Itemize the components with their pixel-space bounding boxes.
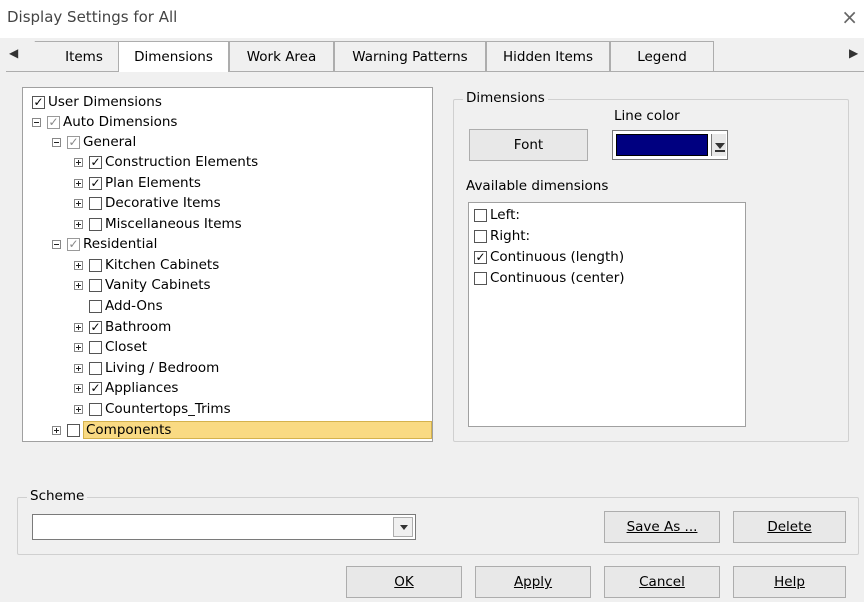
- tree-item-vanity-cabinets[interactable]: Vanity Cabinets: [74, 275, 211, 295]
- scheme-group-label: Scheme: [27, 488, 88, 504]
- tree-item-miscellaneous-items[interactable]: Miscellaneous Items: [74, 214, 242, 234]
- available-dimensions-label: Available dimensions: [466, 178, 609, 194]
- checkbox-checked-icon[interactable]: ✓: [32, 95, 45, 109]
- line-color-picker[interactable]: [612, 130, 728, 160]
- checkbox-unchecked-icon[interactable]: [67, 423, 80, 437]
- tab-warning-patterns[interactable]: Warning Patterns: [334, 41, 486, 71]
- ok-button[interactable]: OK: [346, 566, 462, 598]
- checkbox-checked-icon[interactable]: ✓: [89, 320, 102, 334]
- checkbox-unchecked-icon[interactable]: [89, 361, 102, 375]
- checkbox-checked-icon[interactable]: ✓: [89, 176, 102, 190]
- list-item-continuous-center[interactable]: Continuous (center): [474, 268, 625, 288]
- tab-scroll-left-icon[interactable]: ◀: [9, 46, 18, 60]
- delete-button[interactable]: Delete: [733, 511, 846, 543]
- collapse-icon[interactable]: [32, 117, 41, 127]
- expand-icon[interactable]: [74, 260, 83, 270]
- title-bar: Display Settings for All ×: [0, 0, 864, 38]
- checkbox-unchecked-icon[interactable]: [89, 340, 102, 354]
- expand-icon[interactable]: [74, 342, 83, 352]
- checkbox-checked-icon[interactable]: ✓: [474, 250, 487, 264]
- list-item-continuous-length[interactable]: ✓ Continuous (length): [474, 247, 624, 267]
- tree-item-general[interactable]: ✓ General: [52, 132, 136, 152]
- tab-legend[interactable]: Legend: [610, 41, 714, 71]
- tab-work-area[interactable]: Work Area: [229, 41, 334, 71]
- dimensions-group-label: Dimensions: [463, 90, 548, 106]
- expand-icon[interactable]: [74, 404, 83, 414]
- tree-item-plan-elements[interactable]: ✓ Plan Elements: [74, 173, 201, 193]
- tree-item-add-ons[interactable]: Add-Ons: [74, 296, 163, 316]
- tree-item-auto-dimensions[interactable]: ✓ Auto Dimensions: [32, 112, 177, 132]
- expand-icon[interactable]: [74, 198, 83, 208]
- available-dimensions-list[interactable]: Left: Right: ✓ Continuous (length) Contin…: [468, 202, 746, 427]
- tree-item-decorative-items[interactable]: Decorative Items: [74, 193, 221, 213]
- tree-item-living-bedroom[interactable]: Living / Bedroom: [74, 358, 219, 378]
- tree-item-user-dimensions[interactable]: ✓ User Dimensions: [32, 92, 162, 112]
- chevron-down-icon[interactable]: [393, 517, 413, 537]
- checkbox-unchecked-icon[interactable]: [89, 278, 102, 292]
- selected-item-highlight: Components: [83, 421, 432, 439]
- expand-icon[interactable]: [74, 322, 83, 332]
- close-icon[interactable]: ×: [841, 5, 858, 29]
- checkbox-checked-icon[interactable]: ✓: [67, 135, 80, 149]
- collapse-icon[interactable]: [52, 239, 61, 249]
- checkbox-unchecked-icon[interactable]: [474, 271, 487, 285]
- list-item-left[interactable]: Left:: [474, 205, 520, 225]
- checkbox-unchecked-icon[interactable]: [474, 208, 487, 222]
- line-color-label: Line color: [614, 108, 680, 124]
- checkbox-checked-icon[interactable]: ✓: [67, 237, 80, 251]
- tree-item-bathroom[interactable]: ✓ Bathroom: [74, 317, 171, 337]
- tree-item-countertops-trims[interactable]: Countertops_Trims: [74, 399, 231, 419]
- tab-scroll-right-icon[interactable]: ▶: [849, 46, 858, 60]
- window-title: Display Settings for All: [7, 8, 178, 26]
- collapse-icon[interactable]: [52, 137, 61, 147]
- tree-item-residential[interactable]: ✓ Residential: [52, 234, 157, 254]
- line-color-swatch: [616, 134, 708, 156]
- scheme-dropdown[interactable]: [32, 514, 416, 540]
- dimension-category-tree[interactable]: ✓ User Dimensions ✓ Auto Dimensions ✓ Gener…: [22, 87, 433, 442]
- help-button[interactable]: Help: [733, 566, 846, 598]
- checkbox-unchecked-icon[interactable]: [89, 217, 102, 231]
- checkbox-unchecked-icon[interactable]: [89, 196, 102, 210]
- checkbox-checked-icon[interactable]: ✓: [89, 381, 102, 395]
- checkbox-checked-icon[interactable]: ✓: [89, 155, 102, 169]
- expand-icon[interactable]: [74, 383, 83, 393]
- expand-icon[interactable]: [52, 425, 61, 435]
- font-button[interactable]: Font: [469, 129, 588, 161]
- checkbox-unchecked-icon[interactable]: [474, 229, 487, 243]
- checkbox-unchecked-icon[interactable]: [89, 299, 102, 313]
- tree-item-kitchen-cabinets[interactable]: Kitchen Cabinets: [74, 255, 219, 275]
- tree-item-appliances[interactable]: ✓ Appliances: [74, 378, 178, 398]
- list-item-right[interactable]: Right:: [474, 226, 530, 246]
- apply-button[interactable]: Apply: [475, 566, 591, 598]
- expand-icon[interactable]: [74, 157, 83, 167]
- checkbox-unchecked-icon[interactable]: [89, 402, 102, 416]
- expand-icon[interactable]: [74, 178, 83, 188]
- expand-icon[interactable]: [74, 280, 83, 290]
- tab-hidden-items[interactable]: Hidden Items: [486, 41, 610, 71]
- dropdown-arrow-icon[interactable]: [711, 134, 726, 156]
- checkbox-unchecked-icon[interactable]: [89, 258, 102, 272]
- expand-icon[interactable]: [74, 219, 83, 229]
- checkbox-checked-icon[interactable]: ✓: [47, 115, 60, 129]
- tab-items[interactable]: Items: [24, 41, 131, 71]
- tab-dimensions[interactable]: Dimensions: [118, 41, 229, 72]
- tree-item-closet[interactable]: Closet: [74, 337, 147, 357]
- cancel-button[interactable]: Cancel: [604, 566, 720, 598]
- tree-item-construction-elements[interactable]: ✓ Construction Elements: [74, 152, 258, 172]
- save-as-button[interactable]: Save As ...: [604, 511, 720, 543]
- tree-item-components[interactable]: Components: [52, 420, 432, 440]
- expand-icon[interactable]: [74, 363, 83, 373]
